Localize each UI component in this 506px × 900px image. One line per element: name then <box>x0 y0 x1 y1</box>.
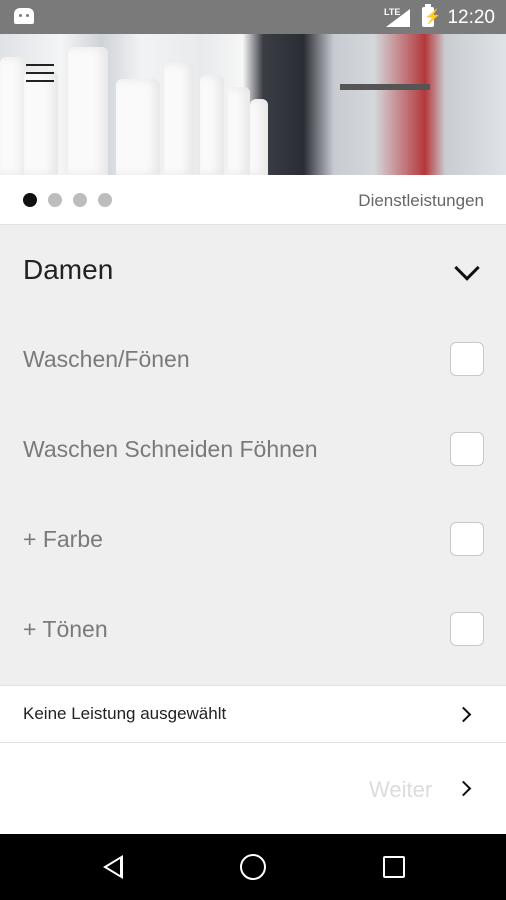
status-bar: LTE ⚡ 12:20 <box>0 0 506 34</box>
selection-summary[interactable]: Keine Leistung ausgewählt <box>0 685 506 743</box>
service-row[interactable]: + Farbe <box>0 495 506 585</box>
next-row: Weiter <box>0 743 506 834</box>
home-icon[interactable] <box>240 854 266 880</box>
pager-row: Dienstleistungen <box>0 175 506 225</box>
service-checkbox[interactable] <box>450 612 484 646</box>
pager-dot-4[interactable] <box>98 193 112 207</box>
recents-icon[interactable] <box>383 856 405 878</box>
service-row[interactable]: Waschen/Fönen <box>0 315 506 405</box>
service-label: Waschen Schneiden Föhnen <box>23 436 318 462</box>
service-row[interactable]: + Tönen <box>0 585 506 675</box>
battery-charging-icon: ⚡ <box>422 4 441 27</box>
header-image <box>0 34 506 175</box>
pager-dot-3[interactable] <box>73 193 87 207</box>
pager-dot-1[interactable] <box>23 193 37 207</box>
selection-summary-label: Keine Leistung ausgewählt <box>23 704 227 723</box>
back-icon[interactable] <box>103 855 123 879</box>
clock: 12:20 <box>447 7 495 28</box>
service-label: Waschen/Fönen <box>23 346 190 372</box>
service-checkbox[interactable] <box>450 432 484 466</box>
navigation-bar <box>0 834 506 900</box>
service-checkbox[interactable] <box>450 522 484 556</box>
category-header-damen[interactable]: Damen <box>0 225 506 315</box>
service-label: + Tönen <box>23 616 108 642</box>
service-label: + Farbe <box>23 526 103 552</box>
chevron-right-icon[interactable] <box>455 780 472 797</box>
chevron-right-icon[interactable] <box>455 706 472 723</box>
service-checkbox[interactable] <box>450 342 484 376</box>
pager-dot-2[interactable] <box>48 193 62 207</box>
page-title: Dienstleistungen <box>358 191 484 210</box>
service-list: Damen Waschen/Fönen Waschen Schneiden Fö… <box>0 225 506 685</box>
next-button[interactable]: Weiter <box>369 777 432 803</box>
network-type: LTE <box>384 7 401 17</box>
chevron-down-icon[interactable] <box>454 255 480 281</box>
android-icon <box>14 8 34 24</box>
menu-icon[interactable] <box>26 64 54 84</box>
service-row[interactable]: Waschen Schneiden Föhnen <box>0 405 506 495</box>
category-title: Damen <box>23 254 114 285</box>
